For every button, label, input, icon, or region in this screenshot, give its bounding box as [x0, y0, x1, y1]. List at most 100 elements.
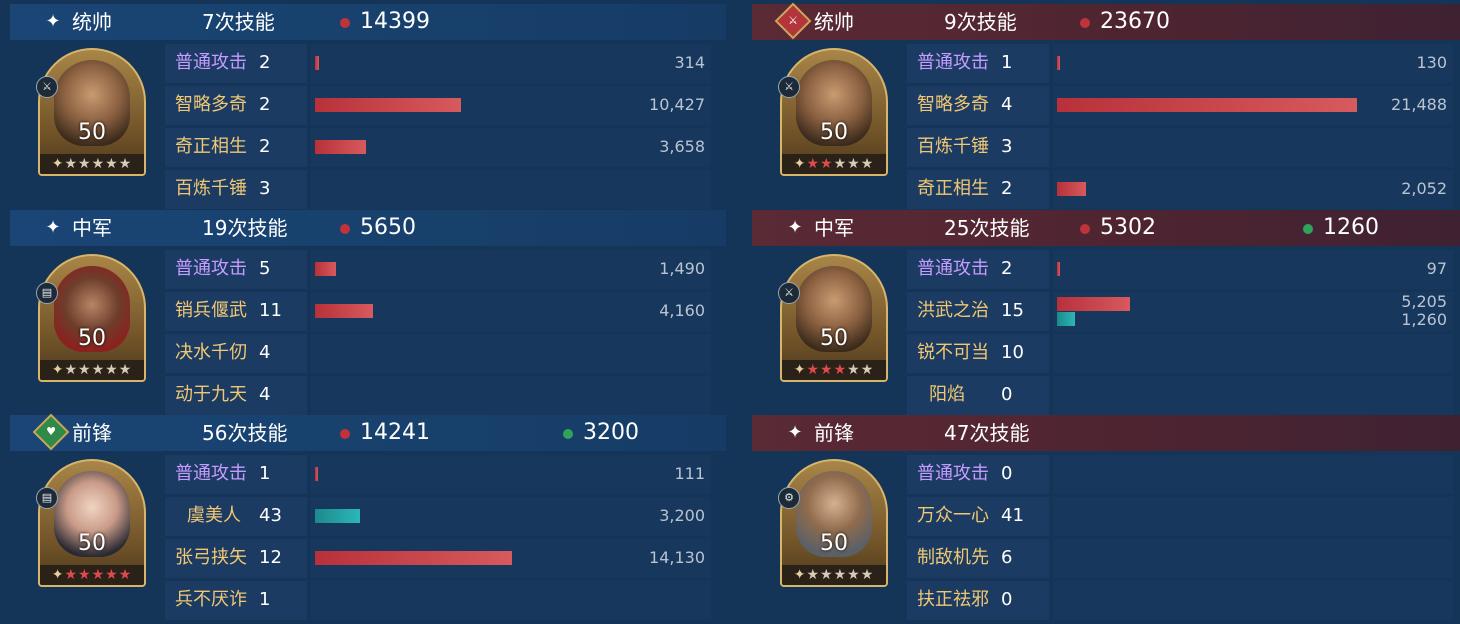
skill-row[interactable]: 制敌机先 6 [907, 539, 1453, 578]
skill-row[interactable]: 百炼千锤 3 [165, 170, 711, 209]
skill-row[interactable]: 普通攻击 2 97 [907, 250, 1453, 289]
star-icon: ★ [847, 156, 861, 172]
skill-cast-count: 7次技能 [202, 10, 275, 34]
damage-value: 1,490 [659, 259, 705, 278]
skill-row[interactable]: 普通攻击 5 1,490 [165, 250, 711, 289]
section-header: ✦ 中军 19次技能 5650 [10, 210, 726, 246]
role-label: 统帅 [72, 10, 112, 34]
skill-count: 2 [259, 136, 271, 157]
skill-name: 洪武之治 [917, 300, 989, 321]
skill-count: 6 [1001, 547, 1013, 568]
skill-row[interactable]: 洪武之治 15 5,205 1,260 [907, 292, 1453, 331]
skill-row[interactable]: 扶正祛邪 0 [907, 581, 1453, 620]
skill-row[interactable]: 普通攻击 1 130 [907, 44, 1453, 83]
general-portrait[interactable]: 50 ✦★★★★★ ▤ [36, 254, 146, 382]
heal-role-badge-icon: ♥ [32, 413, 70, 451]
section-header: ✦ 统帅 7次技能 14399 [10, 4, 726, 40]
skill-name: 普通攻击 [175, 258, 247, 279]
heal-dot-icon [563, 429, 573, 439]
damage-bar [1057, 262, 1060, 276]
star-icon: ★ [847, 567, 861, 583]
skill-list: 普通攻击 2 314 智略多奇 2 10,427 奇正相生 2 3,658 百炼千锤 3 [165, 44, 711, 212]
skill-count: 1 [259, 463, 271, 484]
skill-cast-count: 9次技能 [944, 10, 1017, 34]
star-icon: ★ [64, 567, 79, 583]
general-portrait[interactable]: 50 ✦★★★★★ ▤ [36, 459, 146, 587]
skill-name: 普通攻击 [917, 258, 989, 279]
star-icon: ★ [820, 567, 834, 583]
general-portrait[interactable]: 50 ✦★★★★★ ⚔ [778, 48, 888, 176]
skill-row[interactable]: 万众一心 41 [907, 497, 1453, 536]
star-icon: ★ [91, 156, 106, 172]
skill-name: 制敌机先 [917, 547, 989, 568]
general-section-vanguard: ♥ 前锋 56次技能 14241 3200 50 ✦★★★★★ ▤ 普通攻击 1 … [10, 413, 726, 623]
skill-row[interactable]: 张弓挟矢 12 14,130 [165, 539, 711, 578]
skill-name: 普通攻击 [175, 463, 247, 484]
general-portrait[interactable]: 50 ✦★★★★★ ⚙ [778, 459, 888, 587]
star-icon: ★ [78, 567, 92, 583]
star-ornament-icon: ✦ [51, 362, 65, 378]
general-level: 50 [78, 326, 106, 351]
damage-bar [1057, 297, 1130, 311]
skill-name: 锐不可当 [917, 342, 989, 363]
skill-count: 5 [259, 258, 271, 279]
damage-bar [315, 56, 319, 70]
skill-count: 0 [1001, 384, 1013, 405]
skill-count: 0 [1001, 589, 1013, 610]
skill-list: 普通攻击 1 111 虞美人 43 3,200 张弓挟矢 12 14,130 兵不厌诈… [165, 455, 711, 623]
section-header: ⚔ 统帅 9次技能 23670 [752, 2, 1460, 40]
skill-row[interactable]: 虞美人 43 3,200 [165, 497, 711, 536]
star-icon: ★ [806, 156, 821, 172]
heal-value: 1,260 [1401, 310, 1447, 329]
skill-name: 普通攻击 [175, 52, 247, 73]
star-icon: ★ [118, 156, 133, 172]
skill-row[interactable]: 锐不可当 10 [907, 334, 1453, 373]
damage-bar [1057, 56, 1060, 70]
skill-cast-count: 25次技能 [944, 216, 1030, 240]
role-label: 统帅 [814, 10, 854, 34]
skill-name: 动于九天 [175, 384, 247, 405]
skill-row[interactable]: 兵不厌诈 1 [165, 581, 711, 620]
general-portrait[interactable]: 50 ✦★★★★★ ⚔ [36, 48, 146, 176]
skill-row[interactable]: 普通攻击 2 314 [165, 44, 711, 83]
role-label: 前锋 [72, 421, 112, 445]
damage-bar [1057, 182, 1086, 196]
star-icon: ★ [806, 362, 821, 378]
total-damage: 5302 [1100, 215, 1156, 240]
star-icon: ★ [860, 567, 875, 583]
damage-bar [315, 262, 336, 276]
skill-name: 兵不厌诈 [175, 589, 247, 610]
skill-row[interactable]: 奇正相生 2 2,052 [907, 170, 1453, 209]
skill-row[interactable]: 奇正相生 2 3,658 [165, 128, 711, 167]
star-rating: ✦★★★★★ [782, 360, 886, 380]
star-icon: ★ [118, 567, 133, 583]
skill-row[interactable]: 百炼千锤 3 [907, 128, 1453, 167]
skill-name: 扶正祛邪 [917, 589, 989, 610]
damage-bar [315, 304, 373, 318]
damage-value: 10,427 [649, 95, 705, 114]
star-icon: ★ [860, 362, 875, 378]
star-ornament-icon: ✦ [793, 567, 807, 583]
skill-row[interactable]: 普通攻击 1 111 [165, 455, 711, 494]
total-damage: 14399 [360, 9, 430, 34]
skill-list: 普通攻击 1 130 智略多奇 4 21,488 百炼千锤 3 奇正相生 2 2,052 [907, 44, 1453, 212]
skill-count: 1 [259, 589, 271, 610]
skill-row[interactable]: 决水千仞 4 [165, 334, 711, 373]
damage-value: 5,205 [1401, 292, 1447, 311]
skill-row[interactable]: 智略多奇 4 21,488 [907, 86, 1453, 125]
damage-bar [315, 467, 318, 481]
damage-dot-icon [1080, 18, 1090, 28]
skill-row[interactable]: 动于九天 4 [165, 376, 711, 415]
general-portrait[interactable]: 50 ✦★★★★★ ⚔ [778, 254, 888, 382]
star-icon: ★ [105, 567, 119, 583]
skill-row[interactable]: 阳焰 0 [907, 376, 1453, 415]
skill-list: 普通攻击 2 97 洪武之治 15 5,205 1,260 锐不可当 10 阳焰 0 [907, 250, 1453, 418]
skill-row[interactable]: 普通攻击 0 [907, 455, 1453, 494]
general-level: 50 [78, 531, 106, 556]
skill-count: 1 [1001, 52, 1013, 73]
damage-value: 130 [1416, 53, 1447, 72]
skill-row[interactable]: 智略多奇 2 10,427 [165, 86, 711, 125]
skill-name: 普通攻击 [917, 52, 989, 73]
damage-value: 2,052 [1401, 179, 1447, 198]
skill-row[interactable]: 销兵偃武 11 4,160 [165, 292, 711, 331]
